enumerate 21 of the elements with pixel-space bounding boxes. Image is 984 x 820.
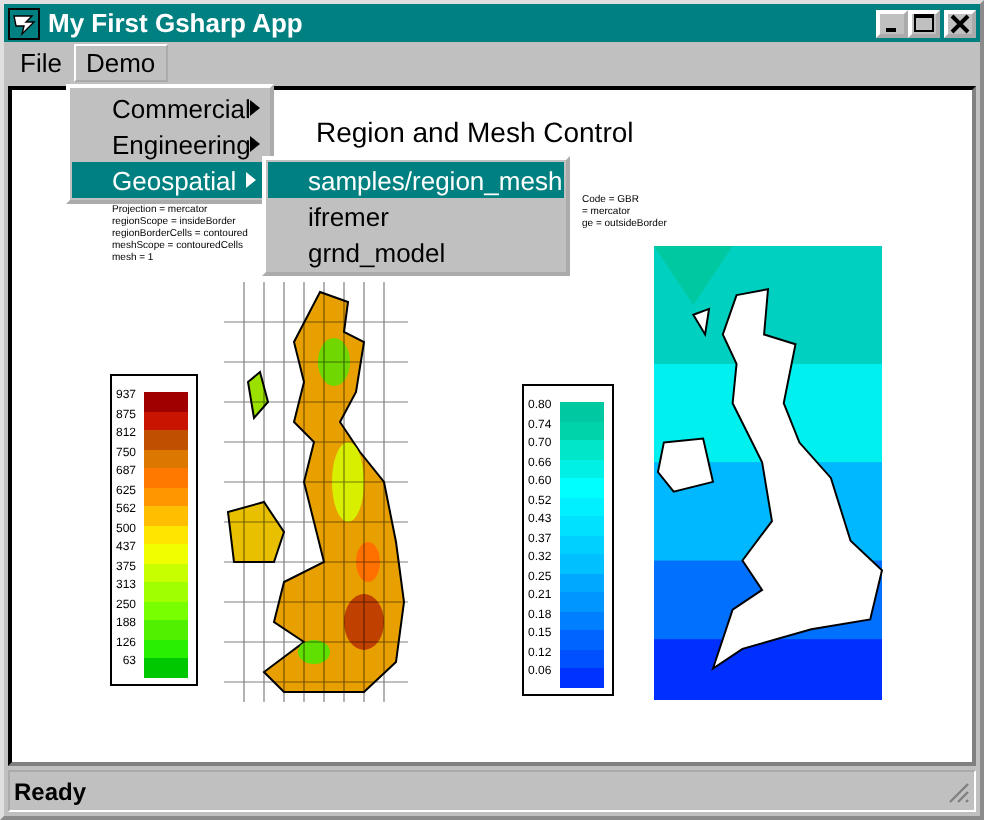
menu-item[interactable]: Commercial: [72, 90, 268, 126]
menu-item[interactable]: File: [8, 44, 74, 82]
menu-item[interactable]: grnd_model: [268, 234, 564, 270]
maximize-icon: [914, 13, 934, 33]
submenu-arrow-icon: [246, 172, 256, 188]
submenu-arrow-icon: [250, 136, 261, 152]
menu-item[interactable]: Geospatial: [72, 162, 268, 198]
close-button[interactable]: [944, 9, 976, 37]
maximize-button[interactable]: [908, 9, 940, 37]
menu-item[interactable]: samples/region_mesh: [268, 162, 564, 198]
minimize-icon: [885, 27, 895, 31]
close-icon: [950, 13, 970, 33]
menu-item[interactable]: Demo: [73, 44, 168, 82]
plot-title: Region and Mesh Control: [316, 116, 634, 148]
window-title: My First Gsharp App: [48, 8, 305, 38]
status-text: Ready: [14, 777, 87, 805]
menu-item[interactable]: ifremer: [268, 198, 564, 234]
resize-grip-icon[interactable]: [946, 779, 970, 803]
minimize-button[interactable]: [876, 9, 908, 37]
submenu-arrow-icon: [250, 100, 261, 116]
menu-item[interactable]: Engineering: [72, 126, 268, 162]
